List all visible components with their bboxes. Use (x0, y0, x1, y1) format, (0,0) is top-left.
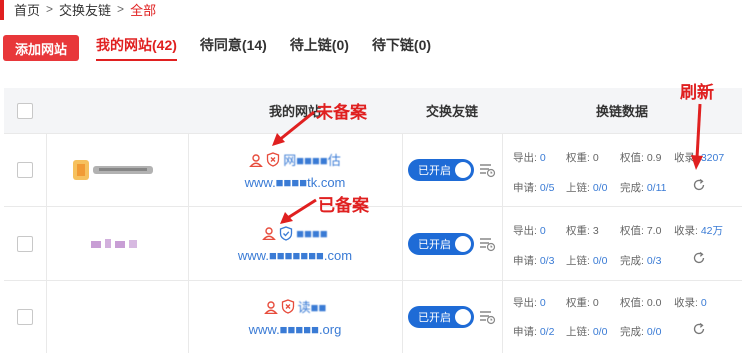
settings-list-icon[interactable] (479, 309, 496, 325)
uplink-value[interactable]: 0/0 (593, 182, 608, 194)
uplink-label: 上链: (566, 182, 590, 194)
request-label: 申请: (513, 326, 537, 338)
weight-value: 3 (592, 225, 599, 237)
site-name[interactable]: ■■■■ (296, 226, 327, 241)
weight-value: 0 (592, 297, 599, 309)
breadcrumb-current: 全部 (130, 2, 157, 18)
settings-list-icon[interactable] (479, 162, 496, 178)
weight-num-value: 7.0 (646, 225, 662, 237)
uplink-label: 上链: (566, 255, 590, 267)
toggle-label: 已开启 (418, 165, 451, 177)
tab-pending-link[interactable]: 待上链(0) (290, 35, 349, 61)
user-icon (262, 227, 277, 240)
annotation-arrow-icon (691, 103, 703, 170)
done-value[interactable]: 0/11 (647, 182, 667, 194)
tab-pending-approval[interactable]: 待同意(14) (200, 35, 267, 61)
request-value[interactable]: 0/3 (540, 255, 555, 267)
status-tabs: 我的网站(42) 待同意(14) 待上链(0) 待下链(0) (96, 35, 454, 61)
exchange-toggle[interactable]: 已开启 (408, 159, 474, 181)
row-checkbox[interactable] (17, 235, 33, 252)
weight-value-label: 权值: (620, 152, 644, 164)
user-icon (263, 300, 278, 314)
site-url[interactable]: www.■■■■■■■.com (238, 248, 352, 263)
weight-num-value: 0.9 (646, 152, 662, 164)
done-label: 完成: (620, 182, 644, 194)
site-url[interactable]: www.■■■■■.org (249, 322, 342, 337)
annotation-recorded: 已备案 (318, 196, 369, 215)
site-logo (62, 134, 172, 206)
weight-num-value: 0.0 (646, 297, 662, 309)
site-name[interactable]: 网■■■■估 (283, 150, 340, 169)
annotation-arrow-icon (272, 110, 315, 146)
annotation-arrow-icon (280, 198, 317, 224)
site-name[interactable]: 读■■ (298, 297, 327, 316)
annotation-no-record: 未备案 (316, 103, 367, 122)
user-icon (249, 153, 264, 167)
breadcrumb-separator: > (117, 2, 125, 16)
index-label: 收录: (674, 297, 698, 309)
out-value[interactable]: 0 (540, 297, 546, 309)
site-url[interactable]: www.■■■■tk.com (245, 175, 346, 190)
shield-recorded-icon (280, 225, 293, 241)
row-checkbox[interactable] (17, 162, 33, 178)
request-label: 申请: (513, 182, 537, 194)
breadcrumb: 首页 > 交换友链 > 全部 (14, 0, 156, 18)
header-exchange: 交换友链 (425, 104, 478, 119)
tab-pending-unlink[interactable]: 待下链(0) (372, 35, 431, 61)
breadcrumb-home[interactable]: 首页 (14, 0, 40, 19)
weight-label: 权重: (566, 225, 590, 237)
toggle-label: 已开启 (418, 238, 451, 251)
out-value[interactable]: 0 (540, 225, 546, 237)
refresh-icon[interactable] (692, 322, 706, 336)
request-value[interactable]: 0/2 (540, 326, 555, 338)
table-row: 读■■ www.■■■■■.org 已开启 导出: 0 权重: 0 权值: 0.… (4, 281, 742, 353)
weight-label: 权重: (566, 297, 590, 309)
row-checkbox[interactable] (17, 309, 33, 325)
weight-value-label: 权值: (620, 225, 644, 237)
breadcrumb-exchange[interactable]: 交换友链 (59, 0, 111, 19)
annotation-refresh: 刷新 (680, 83, 714, 102)
table-header: 我的网站 交换友链 换链数据 (4, 88, 742, 134)
done-label: 完成: (620, 255, 644, 267)
table-row: 网■■■■估 www.■■■■tk.com 已开启 导出: 0 权重: 0 权值… (4, 134, 742, 207)
breadcrumb-separator: > (46, 2, 54, 16)
weight-value-label: 权值: (620, 297, 644, 309)
refresh-icon[interactable] (692, 178, 706, 192)
breadcrumb-accent-bar (0, 0, 4, 20)
shield-unrecorded-icon (281, 299, 294, 314)
request-value[interactable]: 0/5 (540, 182, 555, 194)
refresh-icon[interactable] (692, 251, 706, 265)
out-label: 导出: (513, 297, 537, 309)
shield-unrecorded-icon (267, 152, 280, 167)
done-label: 完成: (620, 326, 644, 338)
exchange-toggle[interactable]: 已开启 (408, 232, 474, 255)
exchange-toggle[interactable]: 已开启 (408, 306, 474, 328)
weight-value: 0 (592, 152, 599, 164)
uplink-label: 上链: (566, 326, 590, 338)
uplink-value[interactable]: 0/0 (593, 326, 608, 338)
uplink-value[interactable]: 0/0 (593, 255, 608, 267)
index-value[interactable]: 0 (701, 297, 707, 309)
tab-my-sites[interactable]: 我的网站(42) (96, 35, 177, 61)
weight-label: 权重: (566, 152, 590, 164)
table-row: ■■■■ www.■■■■■■■.com 已开启 导出: 0 权重: 3 权值:… (4, 207, 742, 281)
out-label: 导出: (513, 225, 537, 237)
done-value[interactable]: 0/0 (647, 326, 662, 338)
done-value[interactable]: 0/3 (647, 255, 662, 267)
index-value[interactable]: 42万 (701, 225, 723, 237)
add-site-button[interactable]: 添加网站 (3, 35, 79, 61)
settings-list-icon[interactable] (479, 236, 496, 252)
out-value[interactable]: 0 (540, 152, 546, 164)
toggle-label: 已开启 (418, 312, 451, 324)
index-label: 收录: (674, 225, 698, 237)
select-all-checkbox[interactable] (17, 102, 33, 119)
out-label: 导出: (513, 152, 537, 164)
site-logo (62, 207, 172, 280)
request-label: 申请: (513, 255, 537, 267)
